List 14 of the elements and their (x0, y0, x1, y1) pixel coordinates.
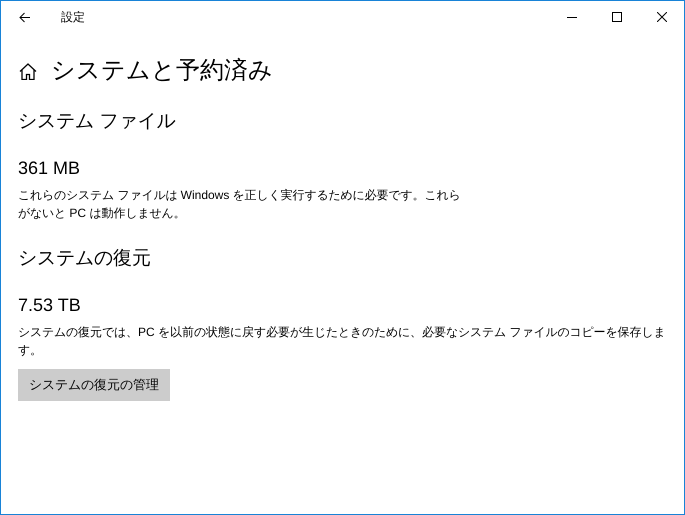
minimize-icon (566, 16, 576, 18)
manage-button[interactable]: システムの復元の管理 (18, 369, 170, 401)
description-text: システムの復元では、PC を以前の状態に戻す必要が生じたときのために、必要なシステム ファイルのコピーを保存します。 (18, 324, 666, 359)
maximize-icon (612, 12, 622, 22)
home-icon (19, 62, 37, 80)
description-text: これらのシステム ファイルは Windows を正しく実行するために必要です。これらがないと PC は動作しません。 (18, 187, 462, 222)
page-title: システムと予約済み (51, 56, 273, 86)
window-title: 設定 (61, 9, 85, 26)
back-arrow-icon (19, 12, 31, 22)
section-heading: システム ファイル (18, 110, 176, 134)
size-value: 7.53 TB (18, 294, 81, 317)
section-heading: システムの復元 (18, 247, 151, 271)
close-icon (656, 12, 666, 22)
size-value: 361 MB (18, 157, 80, 180)
